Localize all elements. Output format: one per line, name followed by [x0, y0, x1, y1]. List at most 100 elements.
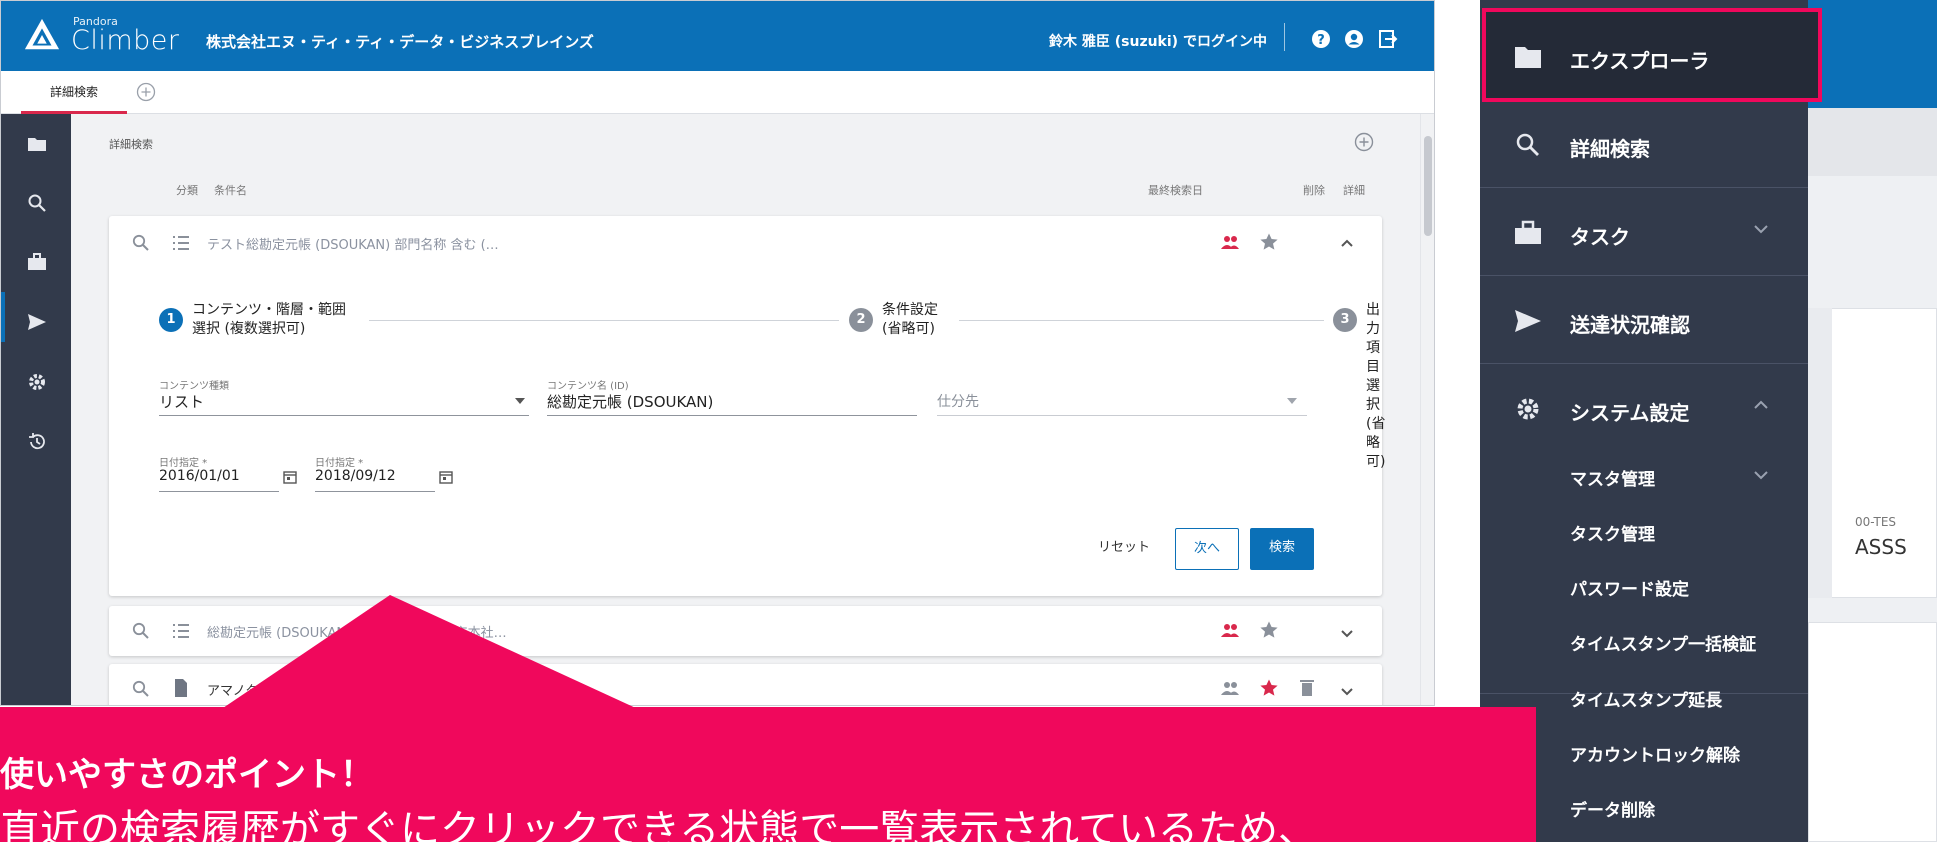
login-status: 鈴木 雅臣 (suzuki) でログイン中 [1049, 34, 1267, 50]
menu-label: 詳細検索 [1570, 137, 1650, 161]
menu-item-advanced-search[interactable]: 詳細検索 [1480, 100, 1808, 188]
history-icon[interactable] [27, 432, 47, 452]
scrollbar[interactable] [1420, 114, 1434, 705]
add-tab-icon[interactable] [136, 82, 156, 102]
menu-label: タスク [1570, 225, 1630, 249]
folder-icon [1515, 47, 1541, 68]
content-name-input[interactable]: 総勘定元帳 (DSOUKAN) [547, 391, 713, 412]
briefcase-icon[interactable] [27, 252, 47, 272]
logout-icon[interactable] [1378, 29, 1398, 49]
add-condition-icon[interactable] [1354, 132, 1374, 152]
chevron-down-icon[interactable] [1752, 466, 1770, 484]
submenu-master-management[interactable]: マスタ管理 [1570, 465, 1655, 490]
submenu-timestamp-extend[interactable]: タイムスタンプ延長 [1570, 686, 1722, 711]
trash-icon[interactable] [1297, 678, 1317, 698]
content-card[interactable] [1808, 622, 1937, 842]
briefcase-icon [1515, 220, 1541, 244]
send-icon [1515, 310, 1541, 332]
search-icon[interactable] [27, 193, 47, 213]
submenu-task-management[interactable]: タスク管理 [1570, 520, 1655, 545]
reset-button[interactable]: リセット [1089, 528, 1159, 570]
submenu-data-delete[interactable]: データ削除 [1570, 796, 1655, 821]
account-icon[interactable] [1344, 29, 1364, 49]
scrollbar-thumb[interactable] [1424, 136, 1432, 236]
gear-icon[interactable] [27, 372, 47, 392]
list-icon [173, 624, 189, 638]
right-screen-tabbar [1808, 108, 1937, 176]
send-icon[interactable] [27, 312, 47, 332]
step-number-3: 3 [1333, 308, 1357, 332]
date-to-input[interactable]: 2018/09/12 [315, 468, 396, 484]
star-icon[interactable] [1259, 678, 1279, 698]
folder-icon[interactable] [27, 134, 47, 154]
field-underline [937, 415, 1307, 416]
step-1-line1: コンテンツ・階層・範囲 [192, 302, 346, 318]
divider [1284, 23, 1285, 51]
dropdown-arrow-icon[interactable] [514, 395, 526, 407]
step-connector [959, 320, 1324, 321]
step-label-1[interactable]: コンテンツ・階層・範囲 選択 (複数選択可) [192, 301, 346, 339]
menu-item-explorer[interactable]: エクスプローラ [1480, 12, 1808, 100]
submenu-password-settings[interactable]: パスワード設定 [1570, 575, 1689, 600]
menu-item-delivery-status[interactable]: 送達状況確認 [1480, 276, 1808, 364]
menu-label: システム設定 [1570, 401, 1690, 425]
calendar-icon[interactable] [439, 470, 453, 484]
callout-title: 使いやすさのポイント！ [0, 755, 374, 795]
side-rail: › [1, 114, 71, 705]
condition-title[interactable]: テスト総勘定元帳 (DSOUKAN) 部門名称 含む (… [207, 234, 499, 253]
chevron-down-icon[interactable] [1337, 681, 1357, 701]
brand-name: Climber [71, 25, 180, 56]
date-from-label: 日付指定 * [159, 458, 208, 469]
company-name: 株式会社エヌ・ティ・ティ・データ・ビジネスブレインズ [206, 33, 594, 51]
chevron-down-icon[interactable] [1337, 623, 1357, 643]
search-condition-card: テスト総勘定元帳 (DSOUKAN) 部門名称 含む (… 1 コンテンツ・階層… [109, 216, 1385, 596]
help-icon[interactable]: ? [1311, 29, 1331, 49]
field-underline [315, 491, 435, 492]
content-type-label: コンテンツ種類 [159, 381, 229, 392]
card-header-row[interactable]: テスト総勘定元帳 (DSOUKAN) 部門名称 含む (… [109, 216, 1382, 266]
step-2-line2: (省略可) [882, 321, 935, 337]
menu-item-system-settings[interactable]: システム設定 マスタ管理 タスク管理 パスワード設定 タイムスタンプ一括検証 [1480, 364, 1808, 694]
shared-group-icon[interactable] [1220, 621, 1240, 641]
chevron-down-icon[interactable] [1752, 220, 1770, 238]
search-icon [1516, 133, 1539, 156]
submenu-account-unlock[interactable]: アカウントロック解除 [1570, 741, 1740, 766]
step-3-line2: (省略可) [1366, 416, 1386, 470]
callout-pointer [220, 595, 640, 710]
field-underline [159, 491, 279, 492]
gear-icon [1517, 398, 1539, 420]
next-button[interactable]: 次へ [1175, 528, 1239, 570]
step-2-line1: 条件設定 [882, 302, 938, 318]
submenu-timestamp-bulk-verify[interactable]: タイムスタンプ一括検証 [1570, 630, 1756, 655]
date-from-input[interactable]: 2016/01/01 [159, 468, 240, 484]
star-icon[interactable] [1259, 620, 1279, 640]
shared-group-icon[interactable] [1220, 233, 1240, 253]
chevron-up-icon[interactable] [1752, 396, 1770, 414]
tab-advanced-search[interactable]: 詳細検索 [21, 71, 127, 114]
card-code: 00-TES [1855, 515, 1897, 529]
menu-item-task[interactable]: タスク [1480, 188, 1808, 276]
top-bar: Pandora Climber 株式会社エヌ・ティ・ティ・データ・ビジネスブレイ… [1, 1, 1434, 71]
search-icon[interactable] [131, 679, 151, 699]
star-icon[interactable] [1259, 232, 1279, 252]
col-delete: 削除 [1303, 184, 1325, 197]
step-1-line2: 選択 (複数選択可) [192, 321, 306, 337]
search-icon[interactable] [131, 621, 151, 641]
calendar-icon[interactable] [283, 470, 297, 484]
search-icon[interactable] [131, 233, 151, 253]
step-3-line1: 出力項目選択 [1366, 302, 1380, 413]
dropdown-arrow-icon[interactable] [1286, 395, 1298, 407]
field-underline [159, 415, 529, 416]
search-button[interactable]: 検索 [1250, 528, 1314, 570]
callout-banner: 使いやすさのポイント！ 直近の検索履歴がすぐにクリックできる状態で一覧表示されて… [0, 707, 1536, 853]
shared-group-icon[interactable] [1220, 679, 1240, 699]
step-label-3[interactable]: 出力項目選択 (省略可) [1366, 301, 1385, 472]
chevron-up-icon[interactable] [1337, 233, 1357, 253]
rail-active-indicator [1, 292, 5, 342]
step-connector [369, 320, 839, 321]
section-title: 詳細検索 [109, 138, 153, 151]
step-label-2[interactable]: 条件設定 (省略可) [882, 301, 938, 339]
content-type-select[interactable]: リスト [159, 391, 204, 412]
split-destination-select[interactable]: 仕分先 [937, 391, 979, 411]
app-window: Pandora Climber 株式会社エヌ・ティ・ティ・データ・ビジネスブレイ… [0, 0, 1435, 706]
